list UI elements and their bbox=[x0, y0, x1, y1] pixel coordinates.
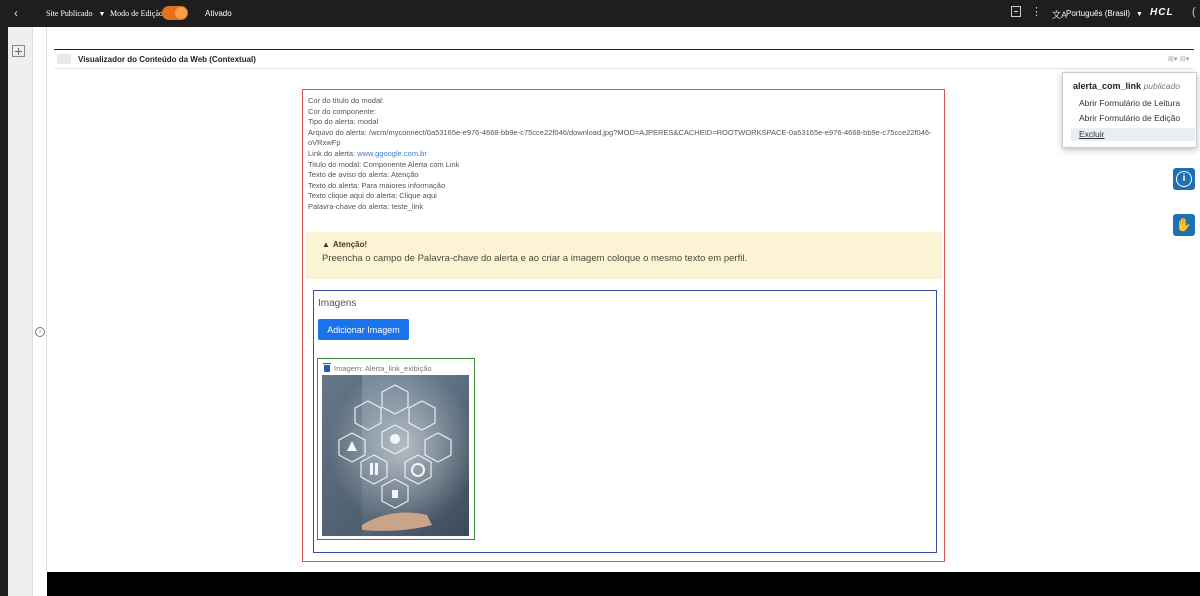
image-item: Imagem: Alerta_link_exibição bbox=[317, 358, 475, 540]
divider bbox=[46, 27, 47, 572]
image-thumbnail[interactable] bbox=[322, 375, 469, 536]
content-item-name: alerta_com_link bbox=[1073, 81, 1142, 91]
property-line: Cor do título do modal: bbox=[308, 96, 384, 105]
content-context-menu: alerta_com_link publicado Abrir Formulár… bbox=[1062, 72, 1197, 148]
warning-icon: ▲ bbox=[322, 240, 330, 249]
property-line: Texto do alerta: Para maiores informação bbox=[308, 180, 446, 190]
edit-mode-label: Modo de Edição: bbox=[110, 9, 166, 18]
images-label: Imagens bbox=[318, 298, 357, 309]
property-line: Cor do componente: bbox=[308, 106, 376, 116]
window-left-edge bbox=[0, 0, 8, 596]
menu-item-open-edit-form[interactable]: Abrir Formulário de Edição bbox=[1071, 112, 1195, 125]
property-line: Tipo do alerta: modal bbox=[308, 117, 379, 127]
menu-title: alerta_com_link publicado bbox=[1073, 81, 1180, 91]
caret-down-icon: ▼ bbox=[98, 10, 106, 18]
expand-panel-icon[interactable]: › bbox=[35, 327, 45, 337]
portlet-header: Visualizador do Conteúdo da Web (Context… bbox=[54, 50, 1194, 69]
accessibility-button[interactable]: i bbox=[1173, 168, 1195, 190]
left-side-rail bbox=[8, 27, 33, 596]
warning-title-text: Atenção! bbox=[332, 240, 368, 249]
accessibility-icon: i bbox=[1176, 171, 1192, 187]
caret-down-icon: ▼ bbox=[1136, 11, 1143, 18]
portlet-title: Visualizador do Conteúdo da Web (Context… bbox=[78, 55, 256, 64]
images-section: Imagens Adicionar Imagem Imagem: Alerta_… bbox=[313, 290, 937, 553]
edit-mode-state: Ativado bbox=[205, 9, 232, 18]
link-label: Link do alerta: bbox=[308, 148, 358, 158]
warning-text: Preencha o campo de Palavra-chave do ale… bbox=[322, 253, 748, 264]
property-line: Texto clique aqui do alerta: Clique aqui bbox=[308, 191, 437, 201]
alert-properties: Cor do título do modal: Cor do component… bbox=[308, 96, 938, 213]
site-label: Site Publicado bbox=[46, 9, 93, 18]
portlet-menu-icon[interactable]: ⊞▾ bbox=[1168, 55, 1177, 63]
file-value: /wcm/myconnect/0a53165e-e976-4668-bb9e-c… bbox=[308, 127, 932, 148]
content-viewer-box: Cor do título do modal: Cor do component… bbox=[302, 89, 945, 562]
user-icon[interactable]: ( bbox=[1192, 6, 1196, 18]
add-image-button[interactable]: Adicionar Imagem bbox=[318, 319, 409, 340]
warning-title: ▲ Atenção! bbox=[322, 240, 367, 249]
language-selector[interactable]: Português (Brasil) ▼ bbox=[1066, 9, 1143, 18]
page-icon[interactable] bbox=[1011, 6, 1021, 17]
property-file: Arquivo do alerta: /wcm/myconnect/0a5316… bbox=[308, 128, 938, 149]
sign-language-button[interactable]: ✋ bbox=[1173, 214, 1195, 236]
portlet-actions-icon[interactable]: ⊟▾ bbox=[1180, 55, 1189, 63]
more-options-icon[interactable]: ⋮ bbox=[1031, 5, 1042, 18]
property-line: Texto de aviso do alerta: Atenção bbox=[308, 170, 419, 180]
drag-handle-icon[interactable] bbox=[57, 54, 71, 64]
language-label: Português (Brasil) bbox=[1066, 9, 1131, 18]
file-label: Arquivo do alerta: bbox=[308, 127, 369, 137]
sign-language-icon: ✋ bbox=[1175, 217, 1193, 232]
warning-alert: ▲ Atenção! Preencha o campo de Palavra-ch… bbox=[306, 232, 942, 279]
alert-link[interactable]: www.ggoogle.com.br bbox=[357, 149, 427, 158]
footer-band bbox=[47, 572, 1200, 596]
menu-item-open-read-form[interactable]: Abrir Formulário de Leitura bbox=[1071, 97, 1195, 110]
menu-item-delete[interactable]: Excluir bbox=[1071, 128, 1195, 141]
top-toolbar: ‹ Site Publicado ▼ Modo de Edição: Ativad… bbox=[0, 0, 1200, 27]
add-content-icon[interactable] bbox=[12, 45, 25, 57]
property-line: Titulo do modal: Componente Alerta com L… bbox=[308, 159, 460, 169]
translate-icon: 文A bbox=[1052, 10, 1068, 20]
hcl-logo: HCL bbox=[1150, 7, 1174, 18]
toggle-knob bbox=[175, 7, 187, 19]
edit-mode-toggle[interactable] bbox=[162, 6, 188, 20]
property-line: Palavra-chave do alerta: teste_link bbox=[308, 201, 424, 211]
content-status: publicado bbox=[1143, 81, 1180, 91]
property-link: Link do alerta: www.ggoogle.com.br bbox=[308, 149, 938, 160]
image-caption: Imagem: Alerta_link_exibição bbox=[334, 364, 432, 373]
site-selector[interactable]: Site Publicado ▼ bbox=[46, 9, 105, 18]
chevron-left-icon[interactable]: ‹ bbox=[14, 6, 18, 20]
trash-icon[interactable] bbox=[323, 363, 331, 372]
